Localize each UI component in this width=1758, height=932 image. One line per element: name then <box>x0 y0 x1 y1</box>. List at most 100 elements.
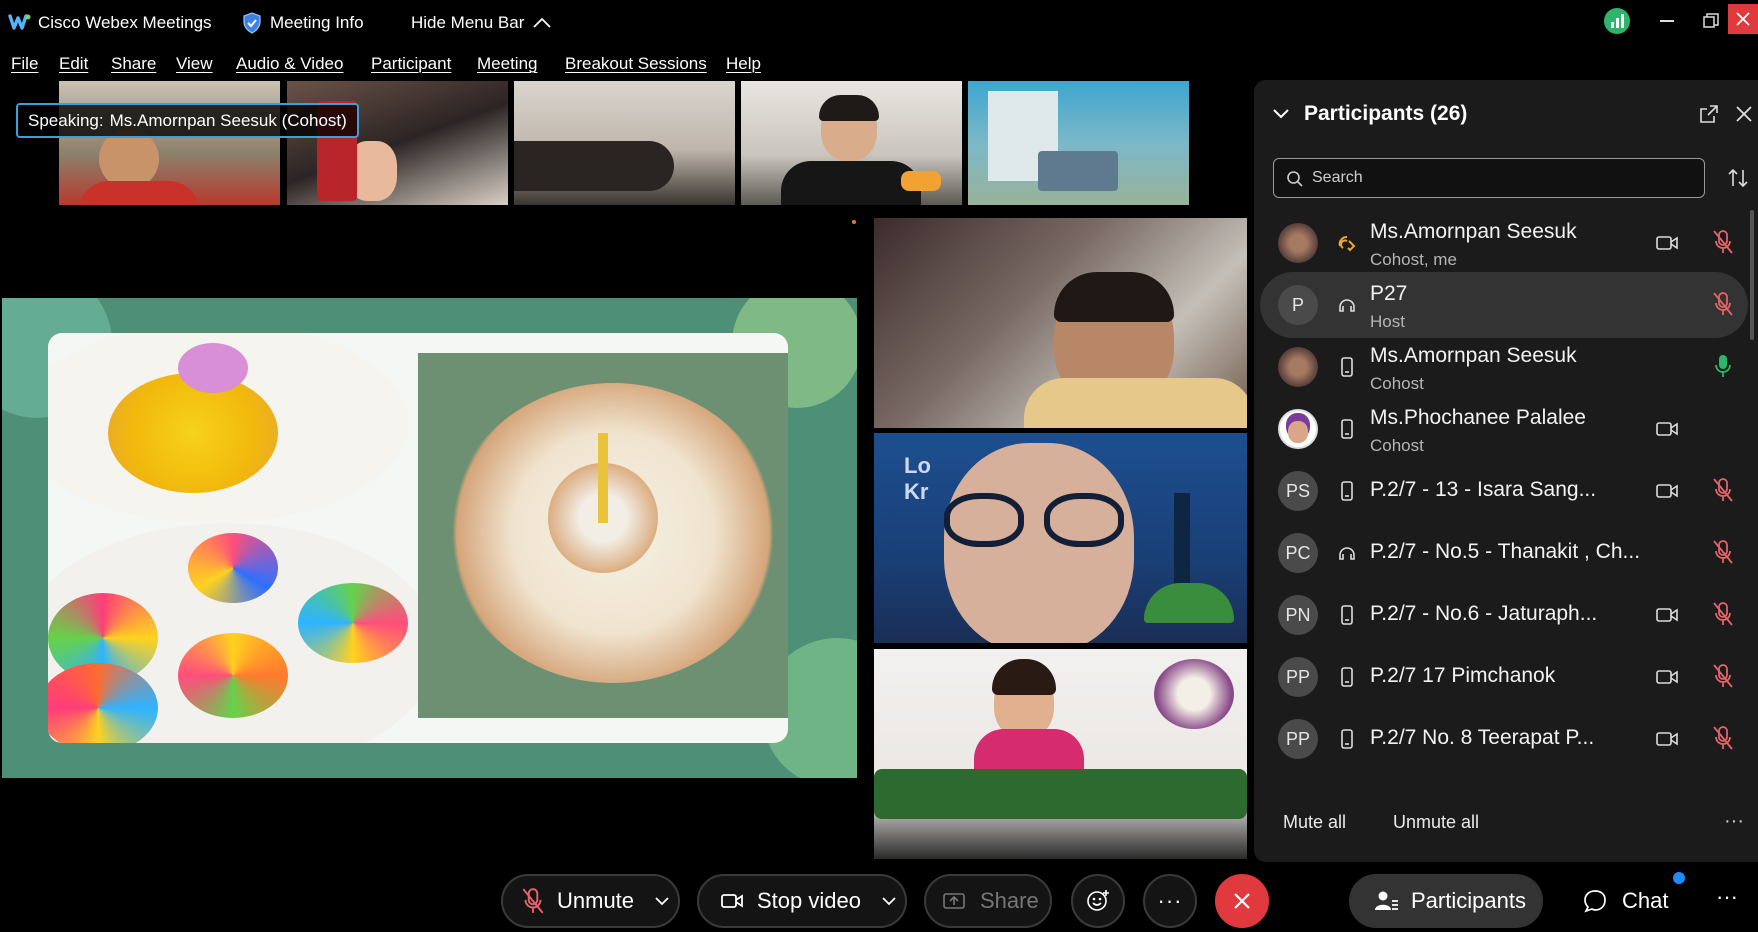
participant-row[interactable]: Ms.Amornpan Seesuk Cohost, me <box>1260 210 1748 276</box>
phone-icon <box>1341 605 1353 625</box>
phone-icon <box>1341 357 1353 377</box>
menu-meeting[interactable]: Meeting <box>477 54 537 74</box>
mic-muted-icon[interactable] <box>1712 725 1734 751</box>
camera-icon <box>1656 236 1678 250</box>
mic-muted-icon[interactable] <box>1712 477 1734 503</box>
close-icon <box>1234 893 1250 909</box>
mic-muted-icon[interactable] <box>1712 663 1734 689</box>
participant-row[interactable]: PP P.2/7 No. 8 Teerapat P... <box>1260 706 1748 772</box>
phone-icon <box>1341 729 1353 749</box>
meeting-info-button[interactable]: Meeting Info <box>242 12 364 34</box>
close-window-icon[interactable] <box>1728 4 1758 34</box>
chevron-down-icon[interactable] <box>882 896 896 906</box>
hide-menu-bar-button[interactable]: Hide Menu Bar <box>411 13 552 33</box>
participant-row[interactable]: PS P.2/7 - 13 - Isara Sang... <box>1260 458 1748 524</box>
stop-video-button[interactable]: Stop video <box>697 874 907 928</box>
video-thumbnail[interactable] <box>287 81 508 205</box>
unmute-all-button[interactable]: Unmute all <box>1393 812 1479 833</box>
mic-muted-icon[interactable] <box>1712 291 1734 317</box>
participant-name: P.2/7 - 13 - Isara Sang... <box>1370 478 1597 501</box>
avatar: PP <box>1278 657 1318 697</box>
shared-content <box>2 298 857 778</box>
participants-button[interactable]: Participants <box>1349 874 1543 928</box>
unmute-button[interactable]: Unmute <box>501 874 680 928</box>
video-thumbnail[interactable] <box>514 81 735 205</box>
speaking-indicator: Speaking: Ms.Amornpan Seesuk (Cohost) <box>16 103 359 138</box>
camera-icon <box>1656 422 1678 436</box>
participants-icon <box>1375 891 1398 910</box>
camera-icon <box>721 894 743 908</box>
sort-icon[interactable] <box>1727 167 1749 189</box>
chat-label: Chat <box>1622 888 1669 913</box>
reactions-button[interactable] <box>1071 874 1125 928</box>
chat-icon <box>1584 890 1606 913</box>
scrollbar[interactable] <box>1750 210 1754 340</box>
video-tile[interactable] <box>874 218 1247 428</box>
menu-breakout-sessions[interactable]: Breakout Sessions <box>565 54 707 74</box>
close-panel-icon[interactable] <box>1735 105 1753 123</box>
search-input[interactable]: Search <box>1273 158 1705 198</box>
webex-logo-icon <box>8 14 31 30</box>
participant-role: Cohost <box>1370 374 1424 393</box>
share-icon <box>943 893 965 909</box>
participant-row[interactable]: PC P.2/7 - No.5 - Thanakit , Ch... <box>1260 520 1748 586</box>
participant-name: P.2/7 No. 8 Teerapat P... <box>1370 726 1595 749</box>
share-button[interactable]: Share <box>924 874 1052 928</box>
pop-out-icon[interactable] <box>1699 104 1719 124</box>
mic-muted-icon[interactable] <box>1712 229 1734 255</box>
mic-muted-icon[interactable] <box>1712 601 1734 627</box>
more-options-icon[interactable]: ··· <box>1724 810 1744 833</box>
headset-icon <box>1339 299 1355 312</box>
mic-muted-icon[interactable] <box>1712 539 1734 565</box>
unread-badge <box>1673 872 1685 884</box>
more-icon[interactable]: ··· <box>1716 884 1738 910</box>
participant-row[interactable]: Ms.Phochanee Palalee Cohost <box>1260 396 1748 462</box>
participant-name: Ms.Phochanee Palalee <box>1370 406 1586 429</box>
more-icon: ··· <box>1157 888 1183 913</box>
video-tile[interactable]: Lo Kr <box>874 433 1247 643</box>
leave-meeting-button[interactable] <box>1215 874 1269 928</box>
video-tile[interactable] <box>874 649 1247 859</box>
video-thumbnail[interactable] <box>59 81 280 205</box>
camera-icon <box>1656 484 1678 498</box>
slide-photo <box>418 353 788 718</box>
participant-row[interactable]: PN P.2/7 - No.6 - Jaturaph... <box>1260 582 1748 648</box>
mic-on-icon[interactable] <box>1712 353 1734 379</box>
participant-row[interactable]: Ms.Amornpan Seesuk Cohost <box>1260 334 1748 400</box>
shield-icon <box>243 12 261 34</box>
hide-menu-label: Hide Menu Bar <box>411 13 525 32</box>
chat-button[interactable]: Chat <box>1564 872 1688 928</box>
speaking-label: Speaking: <box>28 110 104 130</box>
menu-participant[interactable]: Participant <box>371 54 451 74</box>
menu-view[interactable]: View <box>176 54 213 74</box>
minimize-icon[interactable] <box>1652 6 1682 36</box>
chevron-down-icon[interactable] <box>1272 108 1290 120</box>
chevron-down-icon[interactable] <box>655 896 669 906</box>
participant-role: Cohost <box>1370 436 1424 455</box>
menu-file[interactable]: File <box>11 54 38 74</box>
participant-row[interactable]: PP P.2/7 17 Pimchanok <box>1260 644 1748 710</box>
participant-name: P.2/7 - No.5 - Thanakit , Ch... <box>1370 540 1641 563</box>
smiley-icon <box>1087 890 1109 911</box>
stop-video-label: Stop video <box>757 888 861 913</box>
menu-audio-video[interactable]: Audio & Video <box>236 54 343 74</box>
network-stats-icon[interactable] <box>1602 6 1632 36</box>
menu-edit[interactable]: Edit <box>59 54 88 74</box>
mute-all-button[interactable]: Mute all <box>1283 812 1346 833</box>
video-thumbnail[interactable] <box>968 81 1189 205</box>
participant-name: P.2/7 17 Pimchanok <box>1370 664 1556 687</box>
menu-share[interactable]: Share <box>111 54 156 74</box>
more-options-button[interactable]: ··· <box>1143 874 1197 928</box>
avatar: PN <box>1278 595 1318 635</box>
panel-header: Participants (26) <box>1272 102 1467 126</box>
video-thumbnail[interactable] <box>741 81 962 205</box>
participants-label: Participants <box>1411 888 1526 913</box>
app-title: Cisco Webex Meetings <box>38 13 212 32</box>
restore-icon[interactable] <box>1696 6 1726 36</box>
search-placeholder: Search <box>1312 169 1363 186</box>
speaking-name: Ms.Amornpan Seesuk (Cohost) <box>109 110 347 130</box>
menu-help[interactable]: Help <box>726 54 761 74</box>
share-label: Share <box>980 888 1039 913</box>
participant-row[interactable]: P P27 Host <box>1260 272 1748 338</box>
search-icon <box>1287 171 1303 187</box>
